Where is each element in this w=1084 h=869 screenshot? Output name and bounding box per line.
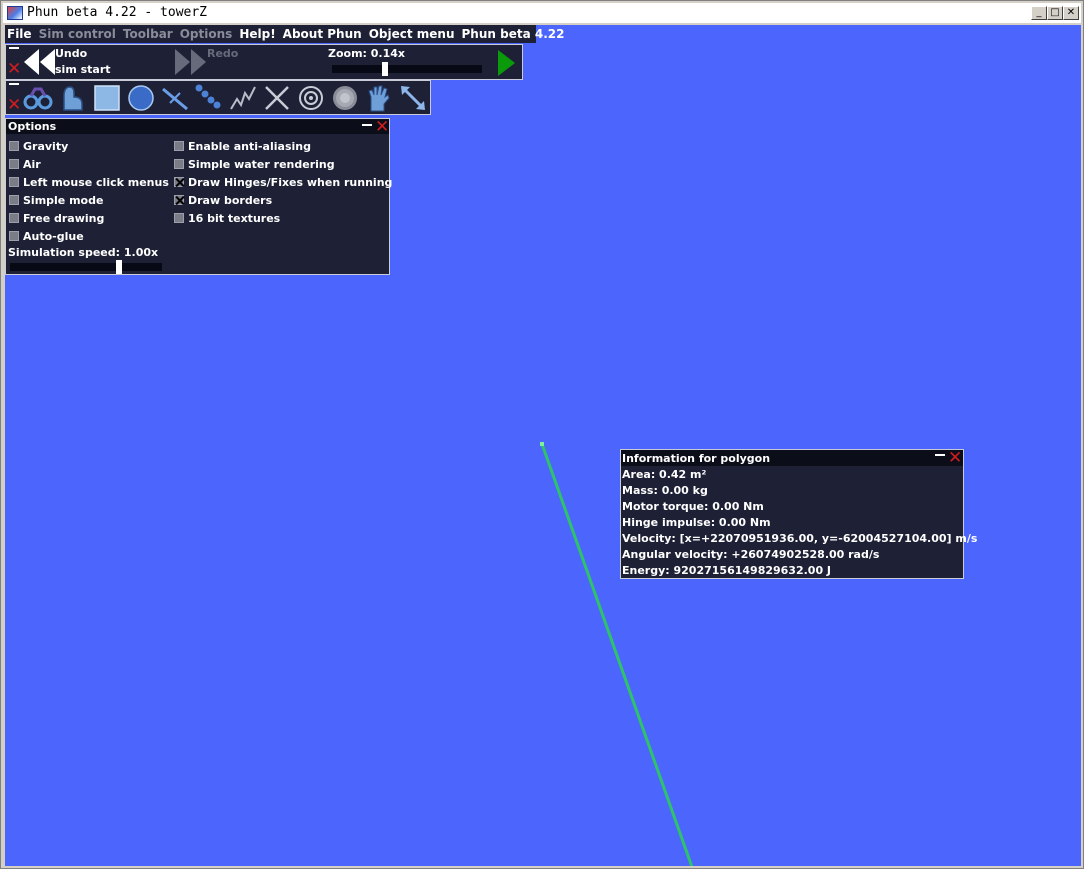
option-gravity[interactable]: Gravity bbox=[9, 139, 68, 153]
options-header[interactable]: Options ✕ bbox=[6, 119, 389, 136]
simulation-speed-label: Simulation speed: 1.00x bbox=[8, 246, 159, 259]
redo-icon[interactable] bbox=[174, 48, 208, 76]
spring-tool-icon[interactable] bbox=[228, 83, 258, 113]
option-label: Auto-glue bbox=[23, 229, 84, 243]
option-draw-borders[interactable]: Draw borders bbox=[174, 193, 272, 207]
option-free-drawing[interactable]: Free drawing bbox=[9, 211, 104, 225]
menu-sim-control[interactable]: Sim control bbox=[37, 27, 121, 41]
option-label: Draw Hinges/Fixes when running bbox=[188, 175, 393, 189]
checkbox[interactable] bbox=[9, 195, 19, 205]
minimize-options-icon[interactable] bbox=[362, 124, 372, 126]
minimize-toolbar-icon[interactable] bbox=[9, 83, 19, 85]
close-panel-icon[interactable]: ✕ bbox=[7, 61, 21, 78]
checkbox[interactable] bbox=[9, 177, 19, 187]
info-row: Area: 0.42 m² bbox=[622, 468, 707, 481]
plane-tool-icon[interactable] bbox=[160, 83, 190, 113]
option-label: Simple water rendering bbox=[188, 157, 335, 171]
checkbox[interactable] bbox=[174, 141, 184, 151]
simulation-canvas[interactable]: File Sim control Toolbar Options Help! About … bbox=[5, 25, 1081, 866]
minimize-button[interactable]: _ bbox=[1031, 6, 1047, 20]
menu-toolbar[interactable]: Toolbar bbox=[121, 27, 178, 41]
menu-file[interactable]: File bbox=[5, 27, 37, 41]
polygon-info-panel: Information for polygon ✕ Area: 0.42 m² M… bbox=[620, 449, 977, 579]
option-label: Enable anti-aliasing bbox=[188, 139, 311, 153]
sim-control-panel: ✕ Undo sim start Redo Zoom: 0.14x bbox=[5, 44, 523, 80]
option-enable-anti-aliasing[interactable]: Enable anti-aliasing bbox=[174, 139, 311, 153]
checkbox[interactable] bbox=[174, 213, 184, 223]
option-label: Draw borders bbox=[188, 193, 273, 207]
move-tool-icon[interactable] bbox=[58, 83, 88, 113]
menu-object-menu[interactable]: Object menu bbox=[367, 27, 460, 41]
zoom-label: Zoom: 0.14x bbox=[328, 47, 406, 60]
checkbox[interactable] bbox=[174, 159, 184, 169]
menu-options[interactable]: Options bbox=[178, 27, 238, 41]
option-air[interactable]: Air bbox=[9, 157, 41, 171]
app-icon bbox=[7, 6, 23, 20]
option-label: Air bbox=[23, 157, 41, 171]
chain-tool-icon[interactable] bbox=[194, 83, 224, 113]
checkbox[interactable] bbox=[9, 159, 19, 169]
info-header[interactable]: Information for polygon ✕ bbox=[621, 450, 963, 467]
menu-about-phun[interactable]: About Phun bbox=[281, 27, 367, 41]
option-label: Free drawing bbox=[23, 211, 105, 225]
drag-tool-icon[interactable] bbox=[23, 83, 53, 113]
option-label: 16 bit textures bbox=[188, 211, 281, 225]
checkbox[interactable] bbox=[9, 231, 19, 241]
menu-help[interactable]: Help! bbox=[237, 27, 280, 41]
info-row: Motor torque: 0.00 Nm bbox=[622, 500, 764, 513]
option-simple-water-rendering[interactable]: Simple water rendering bbox=[174, 157, 335, 171]
info-row: Hinge impulse: 0.00 Nm bbox=[622, 516, 771, 529]
close-button[interactable]: ✕ bbox=[1063, 6, 1079, 20]
checkbox[interactable] bbox=[174, 195, 184, 205]
scale-tool-icon[interactable] bbox=[398, 83, 428, 113]
window-title: Phun beta 4.22 - towerZ bbox=[27, 5, 208, 20]
option-label: Gravity bbox=[23, 139, 69, 153]
simulation-speed-slider-thumb[interactable] bbox=[116, 260, 123, 274]
info-row: Velocity: [x=+22070951936.00, y=-6200452… bbox=[622, 532, 978, 545]
undo-label[interactable]: Undo bbox=[55, 47, 87, 61]
menu-bar: File Sim control Toolbar Options Help! About … bbox=[5, 25, 564, 43]
toolbar-panel: ✕ bbox=[5, 80, 431, 115]
menu-phun-beta-4-22[interactable]: Phun beta 4.22 bbox=[460, 27, 570, 41]
hinge-tool-icon[interactable] bbox=[296, 83, 326, 113]
info-row: Angular velocity: +26074902528.00 rad/s bbox=[622, 548, 880, 561]
options-title: Options bbox=[8, 120, 57, 133]
option-draw-hinges-fixes-when-running[interactable]: Draw Hinges/Fixes when running bbox=[174, 175, 392, 189]
option-16-bit-textures[interactable]: 16 bit textures bbox=[174, 211, 280, 225]
option-label: Simple mode bbox=[23, 193, 104, 207]
fixate-tool-icon[interactable] bbox=[262, 83, 292, 113]
box-tool-icon[interactable] bbox=[92, 83, 122, 113]
title-bar[interactable]: Phun beta 4.22 - towerZ _ □ ✕ bbox=[3, 3, 1081, 23]
zoom-slider[interactable] bbox=[332, 65, 482, 73]
undo-icon[interactable] bbox=[22, 48, 56, 76]
option-label: Left mouse click menus bbox=[23, 175, 169, 189]
circle-tool-icon[interactable] bbox=[126, 83, 156, 113]
checkbox[interactable] bbox=[9, 141, 19, 151]
close-options-icon[interactable]: ✕ bbox=[375, 119, 389, 136]
close-info-icon[interactable]: ✕ bbox=[948, 450, 962, 467]
undo-sim-start-label[interactable]: sim start bbox=[55, 63, 111, 77]
brush-tool-icon[interactable] bbox=[330, 83, 360, 113]
close-toolbar-icon[interactable]: ✕ bbox=[7, 97, 21, 114]
minimize-panel-icon[interactable] bbox=[9, 47, 19, 49]
zoom-slider-thumb[interactable] bbox=[381, 62, 388, 76]
info-row: Energy: 92027156149829632.00 J bbox=[622, 564, 832, 577]
maximize-button[interactable]: □ bbox=[1047, 6, 1063, 20]
option-left-mouse-click-menus[interactable]: Left mouse click menus bbox=[9, 175, 169, 189]
minimize-info-icon[interactable] bbox=[935, 454, 945, 456]
simulation-speed-slider[interactable] bbox=[10, 263, 162, 271]
info-row: Mass: 0.00 kg bbox=[622, 484, 708, 497]
options-panel: Options ✕ Gravity Air Left mouse click men… bbox=[5, 118, 392, 275]
app-window: Phun beta 4.22 - towerZ _ □ ✕ File Sim co… bbox=[0, 0, 1084, 869]
checkbox[interactable] bbox=[174, 177, 184, 187]
checkbox[interactable] bbox=[9, 213, 19, 223]
play-icon[interactable] bbox=[497, 49, 517, 77]
info-title: Information for polygon bbox=[622, 452, 771, 465]
option-simple-mode[interactable]: Simple mode bbox=[9, 193, 103, 207]
redo-label[interactable]: Redo bbox=[207, 47, 238, 61]
grab-tool-icon[interactable] bbox=[364, 83, 394, 113]
option-auto-glue[interactable]: Auto-glue bbox=[9, 229, 84, 243]
